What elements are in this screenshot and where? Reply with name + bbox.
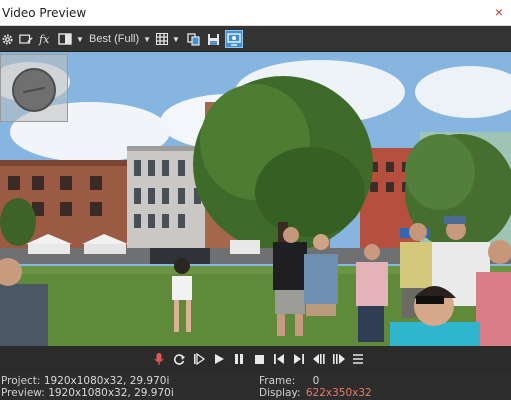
save-snapshot-icon[interactable] xyxy=(206,30,220,48)
project-info: Project: 1920x1080x32, 29.970i xyxy=(1,375,169,387)
display-info: Display: 622x350x32 xyxy=(259,387,372,399)
overlays-icon[interactable] xyxy=(155,30,169,48)
next-frame-icon[interactable] xyxy=(291,351,307,367)
preview-toolbar: fx ▼ Best (Full) ▼ ▼ xyxy=(0,26,511,52)
transport-bar xyxy=(0,346,511,372)
loop-icon[interactable] xyxy=(171,351,187,367)
preview-info: Preview: 1920x1080x32, 29.970i xyxy=(1,387,174,399)
split-screen-dropdown-icon[interactable]: ▼ xyxy=(76,30,84,48)
status-panel: Project: 1920x1080x32, 29.970i Preview: … xyxy=(0,372,511,400)
chevron-down-icon: ▼ xyxy=(143,34,152,44)
next-marker-icon[interactable] xyxy=(331,351,347,367)
gear-icon[interactable] xyxy=(0,30,14,48)
record-icon[interactable] xyxy=(151,351,167,367)
stop-icon[interactable] xyxy=(251,351,267,367)
close-icon[interactable]: × xyxy=(491,3,507,21)
title-bar: Video Preview × xyxy=(0,0,511,26)
external-monitor-icon[interactable] xyxy=(225,30,243,48)
prev-marker-icon[interactable] xyxy=(311,351,327,367)
display-label: Display: xyxy=(259,387,301,399)
window-title: Video Preview xyxy=(2,6,87,20)
preview-label: Preview: xyxy=(1,387,45,399)
frame-label: Frame: xyxy=(259,375,296,387)
video-frame-image xyxy=(0,52,511,346)
frame-info: Frame: 0 xyxy=(259,375,319,387)
preview-quality-label: Best (Full) xyxy=(89,33,140,45)
project-label: Project: xyxy=(1,375,41,387)
menu-icon[interactable] xyxy=(350,351,366,367)
prev-frame-icon[interactable] xyxy=(271,351,287,367)
svg-text:fx: fx xyxy=(38,33,50,46)
project-value: 1920x1080x32, 29.970i xyxy=(43,375,170,387)
overlays-dropdown-icon[interactable]: ▼ xyxy=(172,30,180,48)
preview-quality-dropdown[interactable]: Best (Full) ▼ xyxy=(89,30,151,48)
frame-value: 0 xyxy=(312,375,320,387)
fx-icon[interactable]: fx xyxy=(38,30,52,48)
copy-snapshot-icon[interactable] xyxy=(186,30,200,48)
play-from-start-icon[interactable] xyxy=(191,351,207,367)
display-value: 622x350x32 xyxy=(305,387,372,399)
preview-value: 1920x1080x32, 29.970i xyxy=(48,387,174,399)
overlay-thumbnail-panel[interactable] xyxy=(0,54,68,122)
play-icon[interactable] xyxy=(211,351,227,367)
project-properties-icon[interactable] xyxy=(18,30,34,48)
split-screen-icon[interactable] xyxy=(57,30,73,48)
video-preview-window: Video Preview × fx ▼ Best (Full) ▼ ▼ Pro… xyxy=(0,0,511,400)
video-frame[interactable] xyxy=(0,52,511,346)
pause-icon[interactable] xyxy=(231,351,247,367)
